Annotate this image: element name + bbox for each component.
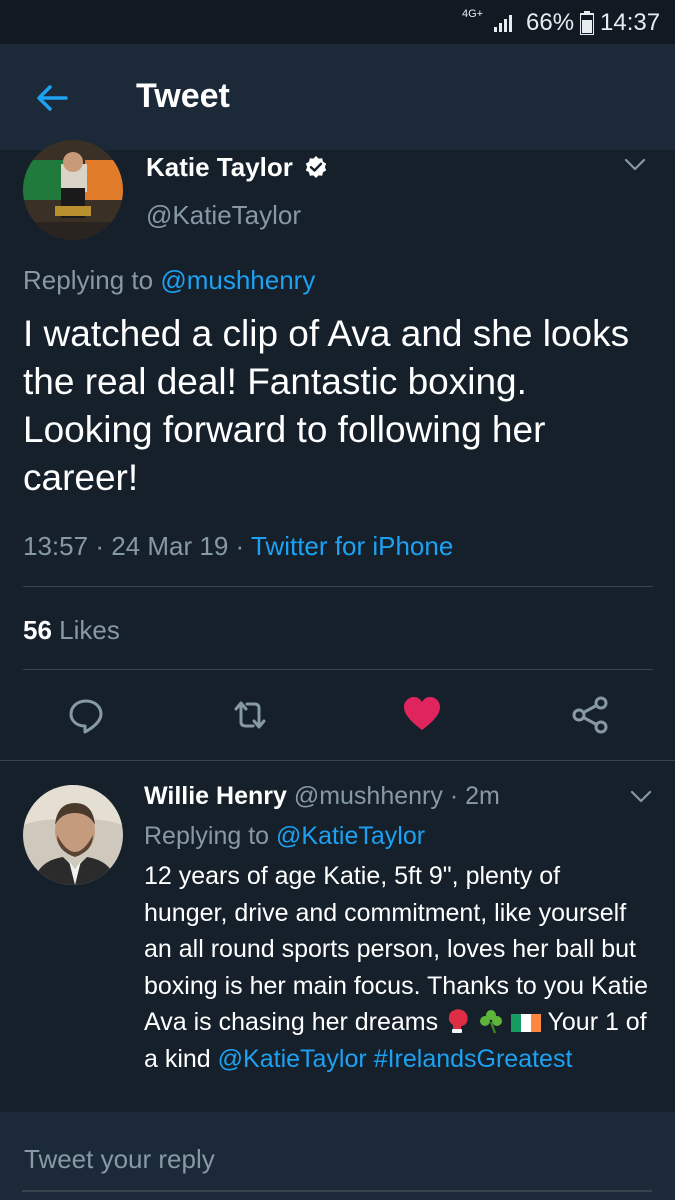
divider	[23, 669, 653, 670]
heart-icon[interactable]	[402, 695, 442, 735]
tweet-source-link[interactable]: Twitter for iPhone	[251, 531, 453, 561]
avatar-katie-taylor[interactable]	[23, 140, 123, 240]
meta-separator: ·	[449, 782, 459, 810]
replying-prefix: Replying to	[144, 822, 270, 850]
divider	[0, 760, 675, 761]
tweet-date: 24 Mar 19	[111, 531, 229, 561]
likes-label: Likes	[59, 615, 120, 645]
page-title: Tweet	[136, 77, 230, 115]
chevron-down-icon[interactable]	[630, 790, 652, 804]
compose-bar	[0, 1112, 675, 1200]
arrow-left-icon[interactable]	[34, 80, 70, 116]
likes-count[interactable]: 56 Likes	[23, 615, 120, 646]
reply-header: Willie Henry @mushhenry · 2m	[144, 782, 500, 811]
avatar-willie-henry[interactable]	[23, 785, 123, 885]
boxing-glove-icon	[448, 1009, 468, 1033]
avatar-image	[23, 140, 123, 240]
reply-author-handle[interactable]: @mushhenry	[294, 782, 443, 810]
likes-number: 56	[23, 615, 52, 645]
chevron-down-icon[interactable]	[624, 158, 646, 172]
reply-icon[interactable]	[66, 695, 106, 735]
share-icon[interactable]	[570, 695, 610, 735]
replying-mention-link[interactable]: @mushhenry	[160, 265, 315, 295]
input-underline	[22, 1190, 652, 1192]
battery-icon	[580, 11, 594, 35]
meta-separator: ·	[95, 531, 104, 561]
replying-mention-link[interactable]: @KatieTaylor	[276, 822, 425, 850]
replying-prefix: Replying to	[23, 265, 154, 295]
reply-replying-to: Replying to @KatieTaylor	[144, 822, 425, 851]
status-bar: 4G+ 66% 14:37	[0, 0, 675, 44]
author-handle[interactable]: @KatieTaylor	[146, 200, 301, 231]
reply-author-name[interactable]: Willie Henry	[144, 782, 287, 810]
reply-mention-link[interactable]: @KatieTaylor	[218, 1045, 367, 1073]
replying-to: Replying to @mushhenry	[23, 265, 315, 296]
battery-percent: 66%	[526, 9, 575, 36]
reply-text: 12 years of age Katie, 5ft 9", plenty of…	[144, 858, 649, 1077]
divider	[23, 586, 653, 587]
avatar-image	[23, 785, 123, 885]
tweet-text: I watched a clip of Ava and she looks th…	[23, 313, 630, 498]
ireland-flag-icon	[511, 1014, 541, 1032]
network-type: 4G+	[462, 8, 484, 20]
clock: 14:37	[600, 9, 661, 36]
shamrock-icon	[480, 1010, 503, 1034]
signal-icon	[494, 15, 512, 32]
meta-separator: ·	[235, 531, 245, 561]
hashtag-link[interactable]: #IrelandsGreatest	[374, 1045, 573, 1073]
author-name[interactable]: Katie Taylor	[146, 152, 293, 183]
tweet-time: 13:57	[23, 531, 89, 561]
verified-badge-icon	[305, 156, 327, 178]
retweet-icon[interactable]	[230, 695, 270, 735]
reply-input[interactable]	[22, 1136, 626, 1182]
tweet-meta: 13:57 · 24 Mar 19 · Twitter for iPhone	[23, 531, 453, 562]
reply-time-ago: 2m	[465, 782, 500, 810]
header: Tweet	[0, 44, 675, 150]
